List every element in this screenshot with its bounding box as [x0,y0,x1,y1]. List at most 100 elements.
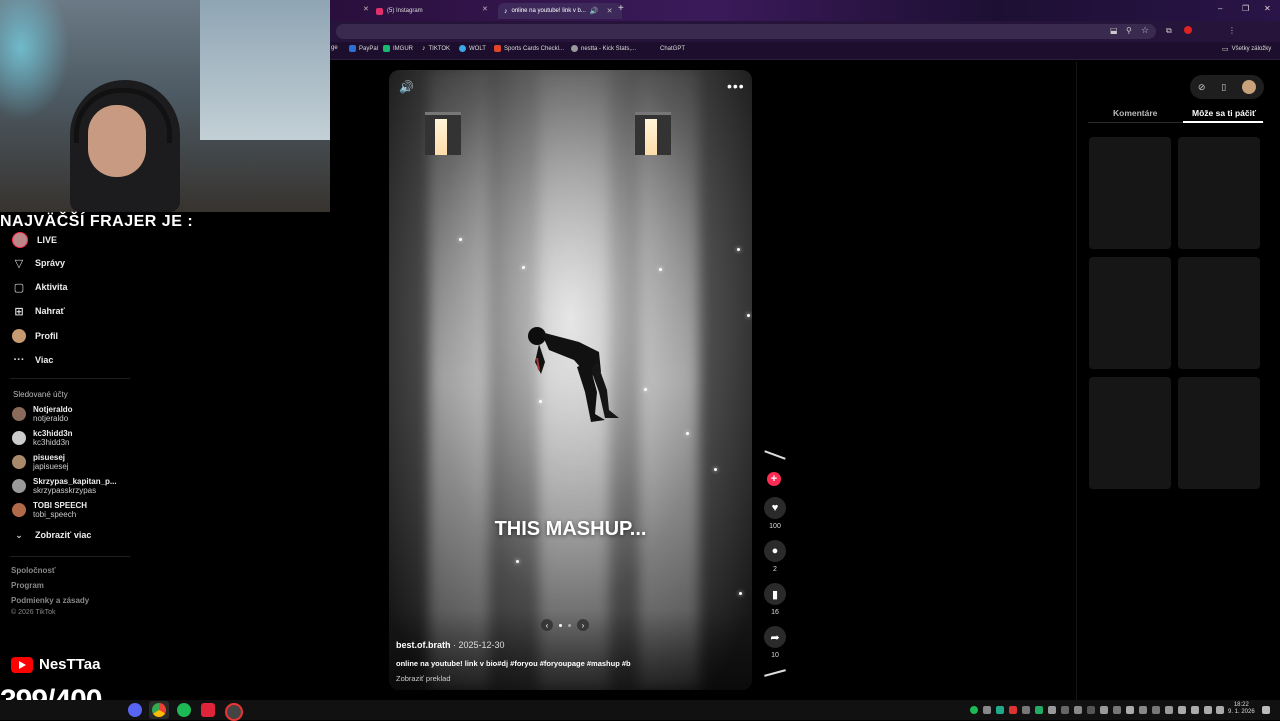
share-icon[interactable]: ➦ [764,626,786,648]
volume-icon[interactable] [1204,706,1212,714]
tray-icon[interactable] [1022,706,1030,714]
sidebar-item-upload[interactable]: ⊞ Nahrať [12,304,64,318]
sidebar-item-messages[interactable]: ▽ Správy [12,256,65,270]
bookmark-icon[interactable]: ▮ [764,583,786,605]
followed-account[interactable]: Skrzypas_kapitan_p... skrzypasskrzypas [12,477,117,495]
tray-icon[interactable] [1048,706,1056,714]
author-avatar[interactable] [764,450,786,460]
bookmark-item[interactable]: ge [331,45,338,51]
tray-icon[interactable] [1165,706,1173,714]
profile-menu-icon[interactable]: ⋮ [1228,26,1236,35]
sidebar-item-profile[interactable]: Profil [12,329,58,343]
install-icon[interactable]: ⬓ [1110,26,1118,35]
followed-account[interactable]: kc3hidd3n kc3hidd3n [12,429,73,447]
tray-icon[interactable] [1139,706,1147,714]
tab-tiktok[interactable]: ♪ online na youtube! link v b... 🔊 ✕ [498,3,622,19]
bookmark-kick-stats[interactable]: nestta - Kick Stats,... [571,45,636,52]
tray-icon[interactable] [1152,706,1160,714]
zoom-icon[interactable]: ⚲ [1126,26,1132,35]
tray-icon[interactable] [1009,706,1017,714]
obs-icon[interactable] [225,703,243,721]
device-icon[interactable]: ▯ [1221,82,1226,93]
close-tab-icon[interactable]: ✕ [363,5,369,13]
all-bookmarks-folder[interactable]: ▭ Všetky záložky [1222,45,1271,53]
address-bar[interactable] [336,24,1156,39]
recommended-video-thumbnail[interactable] [1089,137,1171,249]
more-options-button[interactable]: ••• [727,78,745,94]
tab-recommended[interactable]: Môže sa ti páčiť [1192,108,1256,118]
sidebar-item-live[interactable]: LIVE [12,232,57,248]
followed-account[interactable]: Notjeraldo notjeraldo [12,405,73,423]
speaker-icon[interactable]: 🔊 [590,7,599,15]
tray-icon[interactable] [1113,706,1121,714]
bookmark-paypal[interactable]: PayPal [349,45,378,52]
compass-icon[interactable]: ⊘ [1198,82,1206,93]
recommended-video-thumbnail[interactable] [1178,137,1260,249]
chrome-icon[interactable] [152,703,166,717]
close-window-button[interactable]: ✕ [1264,4,1271,13]
tray-icon[interactable] [1074,706,1082,714]
followed-account[interactable]: pisuesej japisuesej [12,453,69,471]
bookmark-sports-cards[interactable]: Sports Cards Checkl... [494,45,564,52]
bookmark-star-icon[interactable]: ☆ [1141,25,1149,36]
carousel-dot[interactable] [568,623,571,627]
followed-account[interactable]: TOBI SPEECH tobi_speech [12,501,87,519]
author-name[interactable]: best.of.brath [396,640,451,650]
tray-icon[interactable] [1087,706,1095,714]
close-tab-icon[interactable]: ✕ [482,5,488,13]
app-red-icon[interactable] [201,703,215,717]
tray-icon[interactable] [1035,706,1043,714]
bookmark-chatgpt[interactable]: ChatGPT [650,45,685,52]
recommended-video-thumbnail[interactable] [1178,377,1260,489]
save-action[interactable]: ▮ 16 [763,583,787,616]
bookmark-wolt[interactable]: WOLT [459,45,486,52]
like-action[interactable]: ♥ 100 [763,497,787,530]
new-tab-button[interactable]: + [618,3,624,14]
show-more-button[interactable]: ⌄ Zobraziť viac [12,528,91,542]
heart-icon[interactable]: ♥ [764,497,786,519]
notifications-icon[interactable] [1262,706,1270,714]
tray-spotify-icon[interactable] [970,706,978,714]
footer-terms-link[interactable]: Podmienky a zásady [11,596,89,605]
tray-icon[interactable] [1061,706,1069,714]
tray-clock[interactable]: 18:22 9. 1. 2026 [1228,702,1255,716]
battery-icon[interactable] [1216,706,1224,714]
carousel-next-button[interactable]: › [577,619,589,631]
maximize-button[interactable]: ❐ [1242,4,1249,13]
user-avatar[interactable] [1242,80,1257,94]
discord-icon[interactable] [128,703,142,717]
microphone-icon[interactable] [1178,706,1186,714]
video-player[interactable]: THIS MASHUP... 🔊 ••• ‹ › best.of.brath ·… [389,70,752,690]
extension-icon[interactable]: ⧉ [1166,26,1172,36]
video-description[interactable]: online na youtube! link v bio#dj #foryou… [396,659,631,668]
music-disc-icon[interactable] [764,669,786,677]
close-tab-icon[interactable]: ✕ [607,7,613,15]
tab-comments[interactable]: Komentáre [1113,108,1157,118]
tray-icon[interactable] [996,706,1004,714]
sidebar-item-more[interactable]: ··· Viac [12,353,54,367]
comment-icon[interactable]: ● [764,540,786,562]
tab-instagram[interactable]: (5) Instagram [370,3,492,19]
bookmark-imgur[interactable]: IMGUR [383,45,413,52]
spotify-icon[interactable] [177,703,191,717]
volume-icon[interactable]: 🔊 [399,80,415,94]
footer-company-link[interactable]: Spoločnosť [11,566,56,575]
recommended-video-thumbnail[interactable] [1089,377,1171,489]
network-icon[interactable] [1191,706,1199,714]
minimize-button[interactable]: – [1218,4,1222,13]
video-author[interactable]: best.of.brath · 2025-12-30 [396,640,505,650]
show-translation-link[interactable]: Zobraziť preklad [396,674,451,683]
recommended-video-thumbnail[interactable] [1178,257,1260,369]
carousel-dot[interactable] [559,623,562,627]
tray-icon[interactable] [983,706,991,714]
tray-icon[interactable] [1126,706,1134,714]
share-action[interactable]: ➦ 10 [763,626,787,659]
carousel-prev-button[interactable]: ‹ [541,619,553,631]
recommended-video-thumbnail[interactable] [1089,257,1171,369]
follow-button[interactable]: + [767,472,781,486]
comment-action[interactable]: ● 2 [763,540,787,573]
sidebar-item-activity[interactable]: ▢ Aktivita [12,280,68,294]
footer-program-link[interactable]: Program [11,581,44,590]
extension-red-icon[interactable] [1184,26,1192,34]
bookmark-tiktok[interactable]: ♪ TIKTOK [422,45,450,52]
